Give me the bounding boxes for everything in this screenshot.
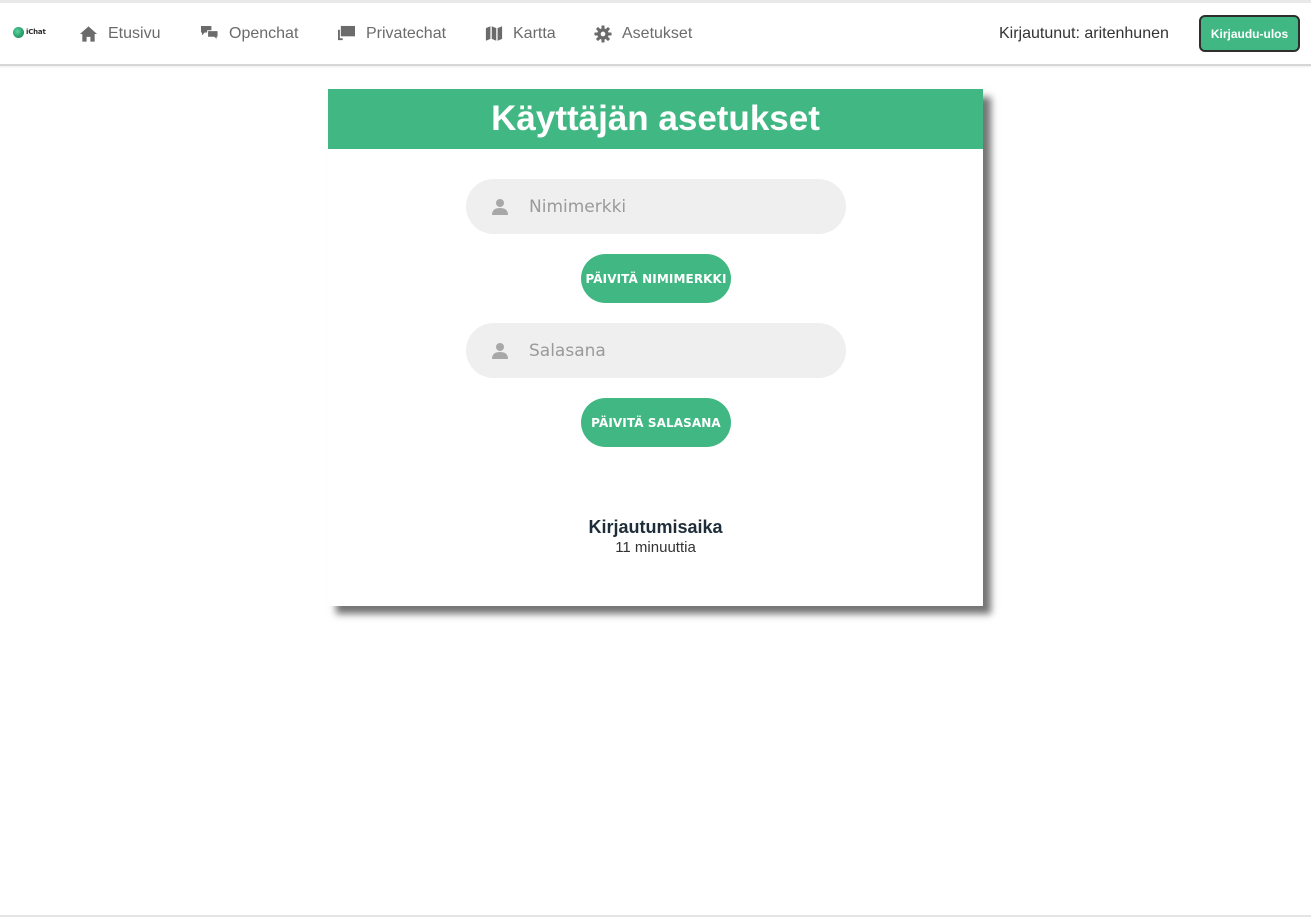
nav-item-openchat[interactable]: Openchat [200, 3, 298, 64]
user-icon [492, 342, 508, 359]
update-nickname-button[interactable]: PÄIVITÄ NIMIMERKKI [581, 254, 731, 303]
session-info: Kirjautumisaika 11 minuuttia [328, 517, 983, 556]
logged-in-user: Kirjautunut: aritenhunen [999, 24, 1169, 42]
nav-item-label: Asetukset [622, 24, 693, 42]
nav-item-etusivu[interactable]: Etusivu [79, 3, 160, 64]
logo-mark-icon [13, 26, 24, 38]
user-icon [492, 198, 508, 215]
nav-item-label: Etusivu [108, 24, 161, 42]
message-icon [338, 25, 355, 41]
gear-icon [594, 24, 612, 43]
page-title: Käyttäjän asetukset [491, 99, 820, 138]
nav-item-label: Privatechat [366, 24, 447, 42]
update-password-button[interactable]: PÄIVITÄ SALASANA [581, 398, 731, 447]
session-time-label: Kirjautumisaika [588, 517, 723, 537]
top-navbar: iChat Etusivu Openchat Privatechat Kartt… [0, 3, 1311, 66]
password-input[interactable] [527, 339, 831, 362]
nav-item-label: Openchat [229, 24, 299, 42]
nickname-input[interactable] [527, 195, 831, 218]
home-icon [79, 25, 98, 42]
nav-item-label: Kartta [513, 24, 556, 42]
app-logo[interactable]: iChat [13, 25, 47, 39]
nav-item-asetukset[interactable]: Asetukset [594, 3, 692, 64]
map-icon [485, 26, 503, 41]
chat-bubbles-icon [201, 25, 219, 42]
card-header: Käyttäjän asetukset [328, 89, 983, 149]
nav-item-privatechat[interactable]: Privatechat [337, 3, 446, 64]
logout-button[interactable]: Kirjaudu-ulos [1199, 15, 1300, 52]
nav-item-kartta[interactable]: Kartta [485, 3, 556, 64]
logo-text: iChat [26, 28, 46, 36]
user-settings-card: Käyttäjän asetukset PÄIVITÄ NIMIMERKKI P… [328, 89, 983, 606]
nickname-field [466, 179, 846, 234]
session-time-value: 11 minuuttia [615, 539, 696, 556]
password-field [466, 323, 846, 378]
